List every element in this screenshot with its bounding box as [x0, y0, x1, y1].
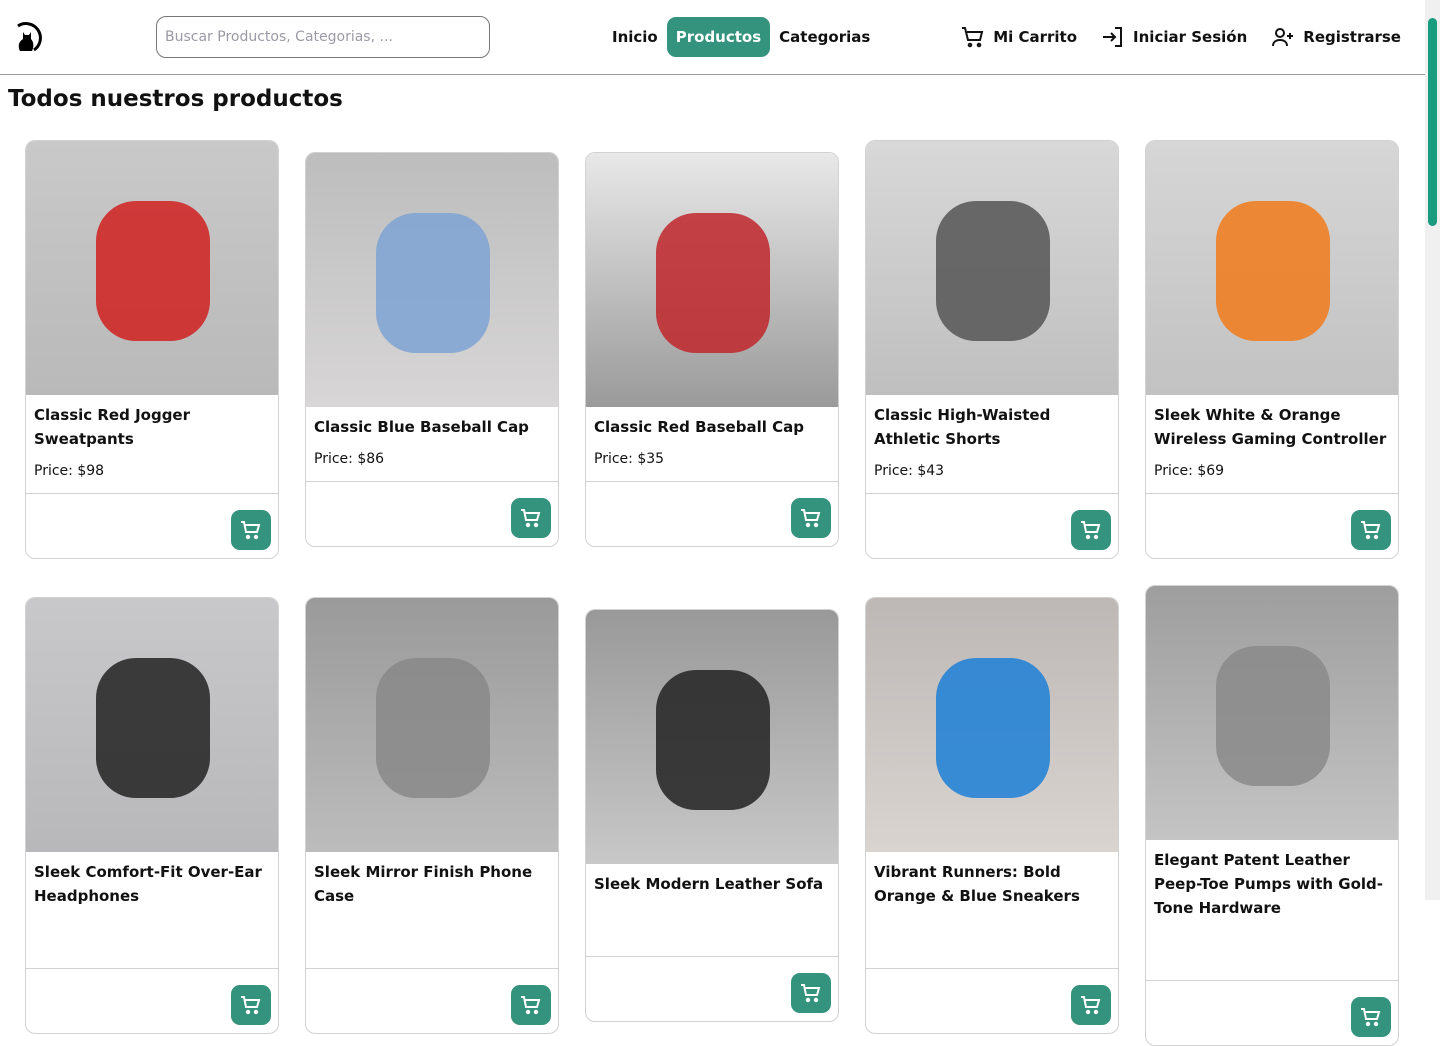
- product-card[interactable]: Sleek White & Orange Wireless Gaming Con…: [1145, 140, 1399, 559]
- cart-icon: [1081, 996, 1101, 1015]
- product-image[interactable]: [306, 153, 558, 407]
- add-to-cart-button[interactable]: [231, 985, 271, 1025]
- product-price: Price: $69: [1154, 463, 1225, 479]
- add-to-cart-button[interactable]: [1351, 510, 1391, 550]
- product-price: Price: $98: [34, 463, 105, 479]
- product-card[interactable]: Classic High-Waisted Athletic Shorts Pri…: [865, 140, 1119, 559]
- product-title[interactable]: Sleek Modern Leather Sofa: [586, 864, 838, 896]
- scrollbar-thumb[interactable]: [1428, 18, 1437, 226]
- product-card[interactable]: Vibrant Runners: Bold Orange & Blue Snea…: [865, 597, 1119, 1034]
- product-shape: [376, 213, 490, 353]
- add-to-cart-button[interactable]: [1071, 510, 1111, 550]
- cart-icon: [962, 27, 984, 48]
- product-shape: [936, 658, 1050, 798]
- product-image[interactable]: [306, 598, 558, 852]
- cart-icon: [1081, 521, 1101, 540]
- product-price: Price: $35: [594, 451, 665, 467]
- cat-logo-icon[interactable]: [12, 18, 46, 54]
- product-image[interactable]: [1146, 141, 1398, 395]
- product-card[interactable]: Sleek Modern Leather Sofa: [585, 609, 839, 1022]
- product-image[interactable]: [866, 141, 1118, 395]
- product-price: Price: $43: [874, 463, 945, 479]
- product-title[interactable]: Classic Blue Baseball Cap: [306, 407, 558, 439]
- product-title[interactable]: Classic High-Waisted Athletic Shorts: [866, 395, 1118, 451]
- add-to-cart-button[interactable]: [511, 985, 551, 1025]
- product-image[interactable]: [866, 598, 1118, 852]
- user-plus-icon: [1272, 28, 1294, 47]
- product-grid: Classic Red Jogger Sweatpants Price: $98…: [25, 140, 1401, 1046]
- cart-icon: [521, 996, 541, 1015]
- cart-icon: [521, 509, 541, 528]
- product-image[interactable]: [586, 610, 838, 864]
- cart-icon: [801, 984, 821, 1003]
- product-card[interactable]: Classic Blue Baseball Cap Price: $86: [305, 152, 559, 547]
- product-shape: [1216, 646, 1330, 786]
- product-card[interactable]: Classic Red Baseball Cap Price: $35: [585, 152, 839, 547]
- cart-icon: [241, 996, 261, 1015]
- product-card[interactable]: Sleek Mirror Finish Phone Case: [305, 597, 559, 1034]
- product-title[interactable]: Classic Red Baseball Cap: [586, 407, 838, 439]
- nav-link-categorias[interactable]: Categorias: [770, 17, 879, 57]
- product-title[interactable]: Elegant Patent Leather Peep-Toe Pumps wi…: [1146, 840, 1398, 920]
- cart-icon: [1361, 521, 1381, 540]
- login-icon: [1103, 27, 1123, 47]
- product-title[interactable]: Sleek White & Orange Wireless Gaming Con…: [1146, 395, 1398, 451]
- product-shape: [96, 201, 210, 341]
- product-title[interactable]: Classic Red Jogger Sweatpants: [26, 395, 278, 451]
- nav-link-inicio[interactable]: Inicio: [603, 17, 667, 57]
- add-to-cart-button[interactable]: [1351, 997, 1391, 1037]
- scrollbar[interactable]: [1425, 0, 1440, 900]
- product-card[interactable]: Classic Red Jogger Sweatpants Price: $98: [25, 140, 279, 559]
- product-image[interactable]: [26, 141, 278, 395]
- product-image[interactable]: [1146, 586, 1398, 840]
- add-to-cart-button[interactable]: [791, 498, 831, 538]
- product-shape: [96, 658, 210, 798]
- navbar: Inicio Productos Categorias Mi Carrito I…: [0, 0, 1425, 75]
- product-price: Price: $86: [314, 451, 385, 467]
- cart-icon: [241, 521, 261, 540]
- page-title: Todos nuestros productos: [8, 86, 343, 112]
- product-shape: [656, 670, 770, 810]
- register-link[interactable]: Registrarse: [1271, 25, 1401, 49]
- add-to-cart-button[interactable]: [511, 498, 551, 538]
- product-shape: [936, 201, 1050, 341]
- cart-icon: [1361, 1008, 1381, 1027]
- product-shape: [1216, 201, 1330, 341]
- register-label: Registrarse: [1303, 28, 1401, 46]
- add-to-cart-button[interactable]: [231, 510, 271, 550]
- product-card[interactable]: Sleek Comfort-Fit Over-Ear Headphones: [25, 597, 279, 1034]
- product-card[interactable]: Elegant Patent Leather Peep-Toe Pumps wi…: [1145, 585, 1399, 1046]
- product-image[interactable]: [26, 598, 278, 852]
- product-shape: [376, 658, 490, 798]
- product-image[interactable]: [586, 153, 838, 407]
- login-label: Iniciar Sesión: [1133, 28, 1248, 46]
- add-to-cart-button[interactable]: [1071, 985, 1111, 1025]
- login-link[interactable]: Iniciar Sesión: [1101, 25, 1247, 49]
- cart-icon: [801, 509, 821, 528]
- cart-label: Mi Carrito: [993, 28, 1078, 46]
- product-shape: [656, 213, 770, 353]
- search-input[interactable]: [156, 16, 490, 58]
- add-to-cart-button[interactable]: [791, 973, 831, 1013]
- nav-link-productos[interactable]: Productos: [666, 17, 771, 57]
- cart-link[interactable]: Mi Carrito: [961, 25, 1077, 49]
